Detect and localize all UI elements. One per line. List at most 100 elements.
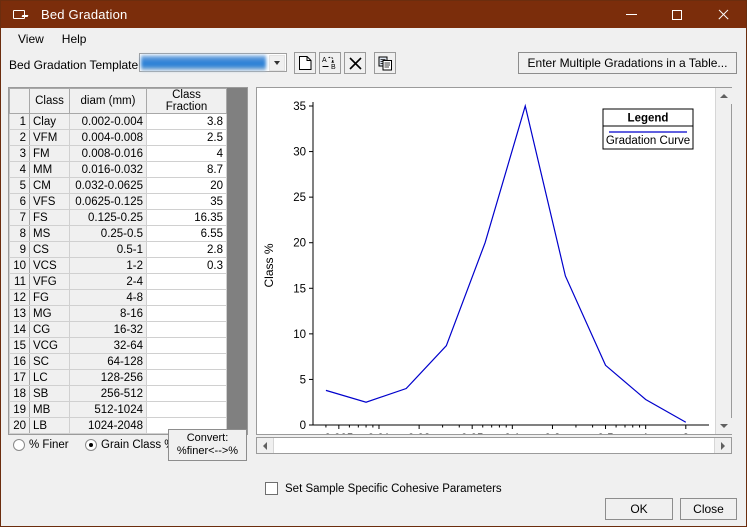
minimize-button[interactable] [608, 1, 654, 28]
table-row[interactable]: 16SC64-128 [10, 354, 227, 370]
template-label: Bed Gradation Template: [9, 58, 142, 72]
row-index: 15 [10, 338, 30, 354]
table-row[interactable]: 7FS0.125-0.2516.35 [10, 210, 227, 226]
cell-diam: 0.002-0.004 [70, 114, 147, 130]
row-index: 2 [10, 130, 30, 146]
cell-class: CG [30, 322, 70, 338]
enter-multiple-gradations-button[interactable]: Enter Multiple Gradations in a Table... [518, 52, 737, 74]
cell-class: MM [30, 162, 70, 178]
cohesive-parameters-checkbox[interactable]: Set Sample Specific Cohesive Parameters [265, 482, 502, 495]
title-bar: Bed Gradation [1, 1, 746, 28]
table-row[interactable]: 10VCS1-20.3 [10, 258, 227, 274]
cell-class-fraction[interactable] [147, 290, 227, 306]
table-row[interactable]: 14CG16-32 [10, 322, 227, 338]
table-row[interactable]: 8MS0.25-0.56.55 [10, 226, 227, 242]
convert-button[interactable]: Convert: %finer<-->% [168, 429, 247, 461]
cell-class-fraction[interactable]: 8.7 [147, 162, 227, 178]
delete-template-icon[interactable] [344, 52, 366, 74]
cell-class-fraction[interactable] [147, 354, 227, 370]
y-tick-label: 5 [300, 374, 306, 386]
new-template-icon[interactable] [294, 52, 316, 74]
scroll-up-icon[interactable] [716, 88, 732, 104]
table-body: 1Clay0.002-0.0043.82VFM0.004-0.0082.53FM… [10, 114, 227, 434]
cell-class-fraction[interactable] [147, 322, 227, 338]
table-row[interactable]: 3FM0.008-0.0164 [10, 146, 227, 162]
cell-class-fraction[interactable]: 2.5 [147, 130, 227, 146]
scroll-down-icon[interactable] [716, 418, 732, 434]
table-row[interactable]: 15VCG32-64 [10, 338, 227, 354]
cell-diam: 32-64 [70, 338, 147, 354]
table-row[interactable]: 19MB512-1024 [10, 402, 227, 418]
cell-class-fraction[interactable] [147, 338, 227, 354]
cell-class-fraction[interactable]: 16.35 [147, 210, 227, 226]
copy-glyph [378, 56, 393, 71]
rename-template-icon[interactable]: A B [319, 52, 341, 74]
cell-diam: 256-512 [70, 386, 147, 402]
y-tick-label: 25 [293, 192, 306, 204]
radio-grain-class-dot [85, 439, 97, 451]
chart-vertical-scrollbar[interactable] [715, 88, 731, 434]
close-window-button[interactable] [700, 1, 746, 28]
cell-class-fraction[interactable]: 20 [147, 178, 227, 194]
window-title: Bed Gradation [41, 7, 127, 22]
cell-class-fraction[interactable] [147, 306, 227, 322]
menu-view[interactable]: View [9, 30, 53, 48]
cell-class-fraction[interactable] [147, 402, 227, 418]
table-row[interactable]: 12FG4-8 [10, 290, 227, 306]
cell-class-fraction[interactable] [147, 370, 227, 386]
cell-diam: 0.125-0.25 [70, 210, 147, 226]
y-tick-label: 10 [293, 329, 306, 341]
cell-class-fraction[interactable]: 4 [147, 146, 227, 162]
table-row[interactable]: 11VFG2-4 [10, 274, 227, 290]
svg-text:B: B [331, 64, 336, 71]
close-button[interactable]: Close [680, 498, 737, 520]
chevron-down-icon[interactable] [269, 55, 285, 71]
table-row[interactable]: 17LC128-256 [10, 370, 227, 386]
row-index: 4 [10, 162, 30, 178]
cell-class: FG [30, 290, 70, 306]
table-row[interactable]: 18SB256-512 [10, 386, 227, 402]
copy-template-icon[interactable] [374, 52, 396, 74]
scroll-right-icon[interactable] [715, 438, 731, 453]
cell-class-fraction[interactable]: 2.8 [147, 242, 227, 258]
radio-grain-class[interactable]: Grain Class % [85, 439, 175, 451]
x-tick-label: 0.01 [368, 433, 390, 434]
radio-percent-finer-label: % Finer [29, 439, 69, 451]
maximize-icon [672, 10, 682, 20]
chart-horizontal-scrollbar[interactable] [256, 437, 732, 454]
table-row[interactable]: 4MM0.016-0.0328.7 [10, 162, 227, 178]
table-row[interactable]: 5CM0.032-0.062520 [10, 178, 227, 194]
table-row[interactable]: 2VFM0.004-0.0082.5 [10, 130, 227, 146]
menu-help[interactable]: Help [53, 30, 96, 48]
cell-class-fraction[interactable]: 6.55 [147, 226, 227, 242]
gradation-chart[interactable]: 051015202530350.0050.010.020.050.10.20.5… [257, 88, 715, 434]
cell-diam: 0.032-0.0625 [70, 178, 147, 194]
cell-class-fraction[interactable]: 35 [147, 194, 227, 210]
cell-class: SB [30, 386, 70, 402]
scroll-left-icon[interactable] [257, 438, 273, 453]
table-row[interactable]: 6VFS0.0625-0.12535 [10, 194, 227, 210]
radio-percent-finer[interactable]: % Finer [13, 439, 69, 451]
maximize-button[interactable] [654, 1, 700, 28]
cell-class-fraction[interactable]: 0.3 [147, 258, 227, 274]
cell-class-fraction[interactable] [147, 274, 227, 290]
row-index: 16 [10, 354, 30, 370]
hscroll-trough[interactable] [273, 438, 715, 453]
cell-class-fraction[interactable] [147, 386, 227, 402]
cell-diam: 0.008-0.016 [70, 146, 147, 162]
gradation-table-panel[interactable]: Class diam (mm) Class Fraction 1Clay0.00… [8, 87, 248, 435]
new-document-glyph [298, 55, 313, 71]
cell-class-fraction[interactable]: 3.8 [147, 114, 227, 130]
col-class: Class [30, 89, 70, 114]
ok-button[interactable]: OK [605, 498, 673, 520]
table-row[interactable]: 1Clay0.002-0.0043.8 [10, 114, 227, 130]
row-index: 6 [10, 194, 30, 210]
gradation-table: Class diam (mm) Class Fraction 1Clay0.00… [9, 88, 227, 434]
cell-class: CS [30, 242, 70, 258]
checkbox-box [265, 482, 278, 495]
table-row[interactable]: 13MG8-16 [10, 306, 227, 322]
template-combobox[interactable] [139, 53, 287, 72]
cell-class: Clay [30, 114, 70, 130]
table-row[interactable]: 9CS0.5-12.8 [10, 242, 227, 258]
cell-diam: 0.004-0.008 [70, 130, 147, 146]
